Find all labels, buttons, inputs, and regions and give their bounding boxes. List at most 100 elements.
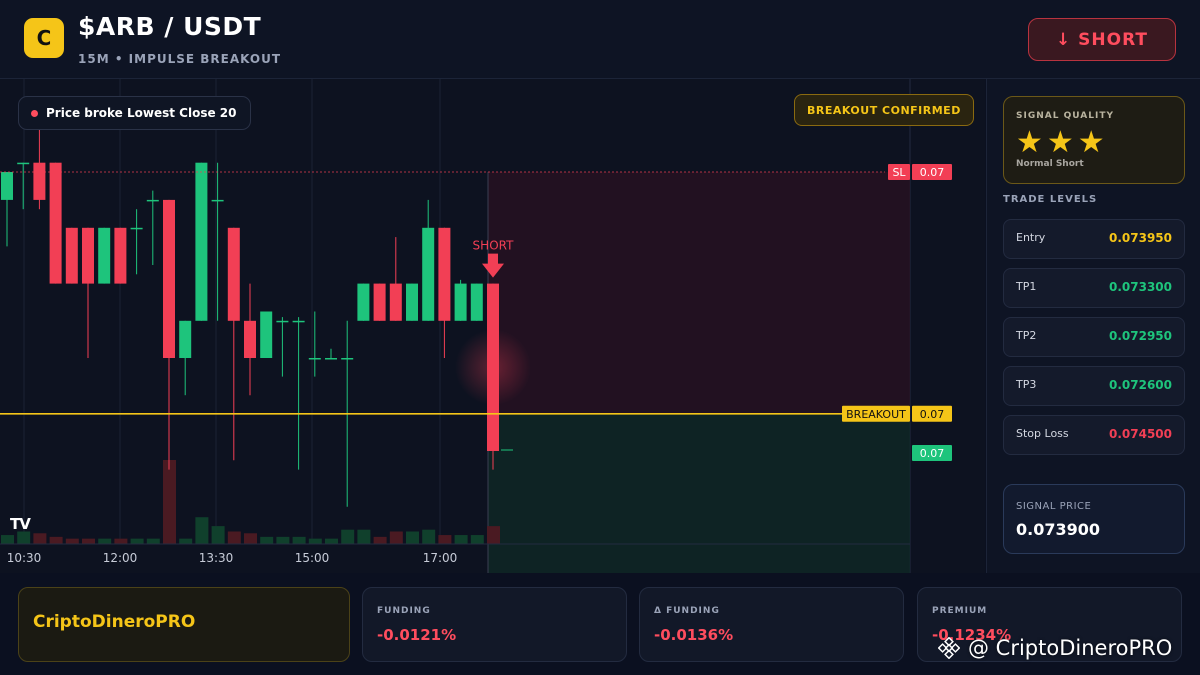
volume-bar: [227, 531, 241, 544]
candle-body: [114, 227, 127, 284]
volume-bar: [1, 535, 14, 544]
delta-funding-label: Δ FUNDING: [654, 606, 720, 616]
volume-bar: [98, 538, 112, 544]
trade-level-stop-loss: Stop Loss 0.074500: [1003, 415, 1185, 455]
candle-body: [179, 320, 192, 358]
x-tick-label: 12:00: [103, 551, 138, 565]
candle-body: [341, 358, 354, 360]
timeframe-subtitle: 15M • IMPULSE BREAKOUT: [78, 52, 282, 66]
trade-level-label: Stop Loss: [1016, 427, 1069, 440]
x-tick-label: 17:00: [423, 551, 458, 565]
candle-body: [406, 283, 418, 321]
candle-body: [33, 162, 46, 200]
coin-logo: C: [24, 18, 64, 58]
current-price-tag: 0.07: [920, 447, 945, 460]
candle-body: [227, 227, 240, 321]
candle-body: [1, 172, 13, 200]
volume-bar: [438, 535, 452, 544]
price-chart[interactable]: SHORT SL 0.07 BREAKOUT 0.07 0.07 10:30 12:00 13…: [0, 79, 985, 573]
volume-bar: [308, 538, 322, 544]
candle-body: [454, 283, 467, 321]
candle-body: [82, 227, 94, 284]
trade-level-label: TP2: [1016, 329, 1037, 342]
candle-body: [49, 162, 62, 284]
volume-bar: [82, 538, 95, 544]
funding-label: FUNDING: [377, 606, 431, 616]
candle-body: [325, 358, 337, 360]
volume-bar: [325, 538, 338, 544]
signal-quality-title: SIGNAL QUALITY: [1016, 111, 1114, 121]
x-tick-label: 13:30: [199, 551, 234, 565]
trade-levels-title: TRADE LEVELS: [1003, 194, 1098, 205]
brand-card: CriptoDineroPRO: [18, 587, 350, 662]
candle-body: [260, 311, 273, 358]
volume-bar: [130, 538, 144, 544]
volume-bar: [276, 536, 290, 544]
volume-bar: [470, 535, 484, 544]
chart-canvas[interactable]: SHORT SL 0.07 BREAKOUT 0.07 0.07 10:30 12:00 13…: [0, 79, 985, 573]
brand-name: CriptoDineroPRO: [33, 612, 196, 632]
trade-level-value: 0.073300: [1108, 280, 1172, 294]
watermark-text: @ CriptoDineroPRO: [968, 636, 1173, 660]
volume-bar: [49, 536, 63, 544]
sl-value-tag: 0.07: [920, 166, 945, 179]
target-zone: [488, 413, 910, 573]
x-tick-label: 15:00: [295, 551, 330, 565]
breakout-value-tag: 0.07: [920, 408, 945, 421]
trade-level-value: 0.073950: [1108, 231, 1172, 245]
signal-quality-sub: Normal Short: [1016, 159, 1084, 169]
candle-body: [130, 227, 143, 230]
trade-level-label: TP1: [1016, 280, 1037, 293]
funding-value: -0.0121%: [377, 626, 457, 644]
delta-funding-value: -0.0136%: [654, 626, 734, 644]
volume-bar: [114, 538, 128, 544]
trade-level-tp1: TP1 0.073300: [1003, 268, 1185, 308]
volume-bar: [341, 529, 355, 544]
premium-label: PREMIUM: [932, 606, 988, 616]
short-marker-label: SHORT: [473, 239, 515, 253]
volume-bar: [146, 538, 160, 544]
signal-sidebar: SIGNAL QUALITY ★★★ Normal Short TRADE LE…: [986, 79, 1200, 573]
volume-bar: [357, 529, 371, 544]
top-bar: C $ARB / USDT 15M • IMPULSE BREAKOUT ↓ S…: [0, 0, 1200, 79]
candle-body: [373, 283, 386, 321]
candle-body: [422, 227, 435, 321]
volume-bar: [163, 460, 176, 544]
trade-level-value: 0.072600: [1108, 378, 1172, 392]
volume-bar: [195, 517, 209, 544]
candle-body: [98, 227, 111, 284]
sl-tag: SL: [892, 166, 906, 179]
candle-body: [389, 283, 402, 321]
volume-bar: [373, 536, 387, 544]
candle-body: [146, 199, 159, 202]
trade-level-label: TP3: [1016, 378, 1037, 391]
star-rating-icon: ★★★: [1016, 125, 1109, 160]
candle-body: [276, 320, 289, 323]
volume-bar: [487, 526, 500, 544]
volume-bar: [65, 538, 79, 544]
signal-price-card: SIGNAL PRICE 0.073900: [1003, 484, 1185, 554]
volume-bar: [17, 531, 31, 544]
alert-dot-icon: [31, 109, 38, 117]
x-tick-label: 10:30: [7, 551, 42, 565]
volume-bar: [179, 538, 193, 544]
volume-bar: [33, 533, 47, 544]
watermark: @ CriptoDineroPRO: [938, 636, 1172, 660]
candle-body: [65, 227, 78, 284]
trade-level-entry: Entry 0.073950: [1003, 219, 1185, 259]
trade-level-tp3: TP3 0.072600: [1003, 366, 1185, 406]
volume-bar: [211, 526, 225, 544]
candle-body: [244, 320, 256, 358]
candle-body: [292, 320, 305, 323]
short-button[interactable]: ↓ SHORT: [1028, 18, 1176, 61]
volume-bar: [389, 531, 403, 544]
candle-body: [308, 358, 321, 360]
breakout-confirmed-badge: BREAKOUT CONFIRMED: [794, 94, 974, 126]
delta-funding-card: Δ FUNDING -0.0136%: [639, 587, 904, 662]
volume-bar: [292, 536, 306, 544]
pair-title: $ARB / USDT: [78, 12, 262, 41]
volume-bar: [260, 536, 274, 544]
signal-quality-card: SIGNAL QUALITY ★★★ Normal Short: [1003, 96, 1185, 184]
volume-bar: [454, 535, 468, 544]
breakout-tag: BREAKOUT: [846, 408, 906, 421]
